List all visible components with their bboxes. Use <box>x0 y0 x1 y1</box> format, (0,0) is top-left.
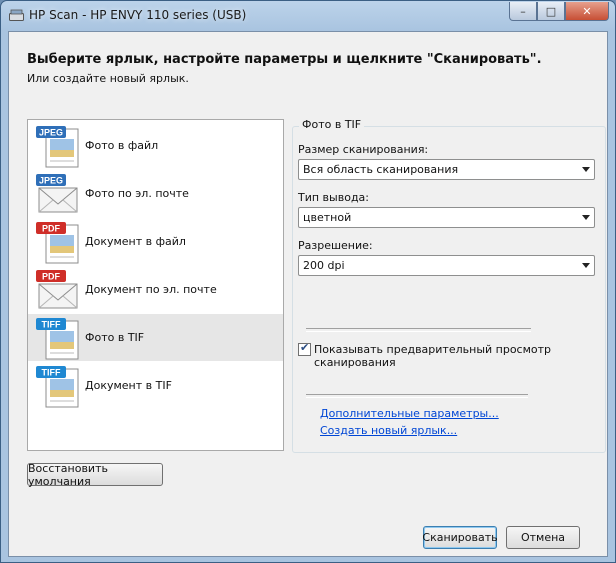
shortcut-item[interactable]: PDF Документ по эл. почте <box>28 266 283 313</box>
format-badge: PDF <box>42 224 61 234</box>
maximize-button[interactable]: □ <box>537 2 565 21</box>
new-shortcut-link[interactable]: Создать новый ярлык... <box>320 424 457 437</box>
document-icon: TIFF <box>36 366 79 408</box>
resolution-select[interactable]: 200 dpi <box>298 255 595 276</box>
output-type-value: цветной <box>303 211 352 224</box>
format-badge: TIFF <box>42 320 61 330</box>
instruction-heading: Выберите ярлык, настройте параметры и ще… <box>27 52 542 67</box>
close-icon: ✕ <box>582 4 592 18</box>
scanner-icon <box>9 9 24 21</box>
document-icon: PDF <box>36 222 79 264</box>
scan-size-value: Вся область сканирования <box>303 163 459 176</box>
shortcut-list[interactable]: JPEG Фото в файл JPEG Фото по эл. почте PDF Д… <box>27 119 284 451</box>
shortcut-item[interactable]: JPEG Фото по эл. почте <box>28 170 283 217</box>
shortcut-label: Фото в TIF <box>85 331 145 344</box>
shortcut-label: Документ по эл. почте <box>85 283 217 296</box>
minimize-icon: – <box>520 4 526 18</box>
shortcut-label: Фото по эл. почте <box>85 187 189 200</box>
output-type-select[interactable]: цветной <box>298 207 595 228</box>
separator <box>306 328 531 332</box>
shortcut-item[interactable]: JPEG Фото в файл <box>28 122 283 169</box>
separator <box>306 394 528 398</box>
document-icon: TIFF <box>36 318 79 360</box>
scan-size-label: Размер сканирования: <box>298 143 429 156</box>
shortcut-item[interactable]: TIFF Фото в TIF <box>28 314 283 361</box>
dropdown-arrow-icon <box>582 263 590 268</box>
email-envelope-icon: JPEG <box>36 174 78 213</box>
output-type-label: Тип вывода: <box>298 191 369 204</box>
settings-group-title: Фото в TIF <box>299 118 365 131</box>
shortcut-item[interactable]: PDF Документ в файл <box>28 218 283 265</box>
title-bar[interactable]: HP Scan - HP ENVY 110 series (USB) – □ ✕ <box>1 1 615 31</box>
restore-defaults-button[interactable]: Восстановить умолчания <box>27 462 163 488</box>
shortcut-label: Документ в файл <box>85 235 186 248</box>
scan-button[interactable]: Сканировать <box>422 526 498 549</box>
shortcut-label: Документ в TIF <box>85 379 172 392</box>
scan-size-select[interactable]: Вся область сканирования <box>298 159 595 180</box>
format-badge: TIFF <box>42 368 61 378</box>
shortcut-item[interactable]: TIFF Документ в TIF <box>28 362 283 409</box>
dialog-body: Выберите ярлык, настройте параметры и ще… <box>8 31 608 557</box>
email-envelope-icon: PDF <box>36 270 78 309</box>
cancel-button[interactable]: Отмена <box>506 526 580 549</box>
instruction-subheading: Или создайте новый ярлык. <box>27 72 189 85</box>
minimize-button[interactable]: – <box>509 2 537 21</box>
window-title: HP Scan - HP ENVY 110 series (USB) <box>29 8 247 22</box>
resolution-value: 200 dpi <box>303 259 345 272</box>
format-badge: JPEG <box>39 176 63 186</box>
preview-checkbox[interactable]: ✔ <box>298 341 311 356</box>
resolution-label: Разрешение: <box>298 239 373 252</box>
scan-window: HP Scan - HP ENVY 110 series (USB) – □ ✕… <box>0 0 616 563</box>
maximize-icon: □ <box>545 4 557 18</box>
close-button[interactable]: ✕ <box>565 2 609 21</box>
document-icon: JPEG <box>36 126 79 168</box>
shortcut-label: Фото в файл <box>85 139 159 152</box>
format-badge: PDF <box>42 272 61 282</box>
checkmark-icon: ✔ <box>300 341 310 354</box>
dropdown-arrow-icon <box>582 215 590 220</box>
format-badge: JPEG <box>39 128 63 138</box>
dropdown-arrow-icon <box>582 167 590 172</box>
more-options-link[interactable]: Дополнительные параметры... <box>320 407 499 420</box>
preview-checkbox-label[interactable]: Показывать предварительный просмотр скан… <box>314 343 607 369</box>
